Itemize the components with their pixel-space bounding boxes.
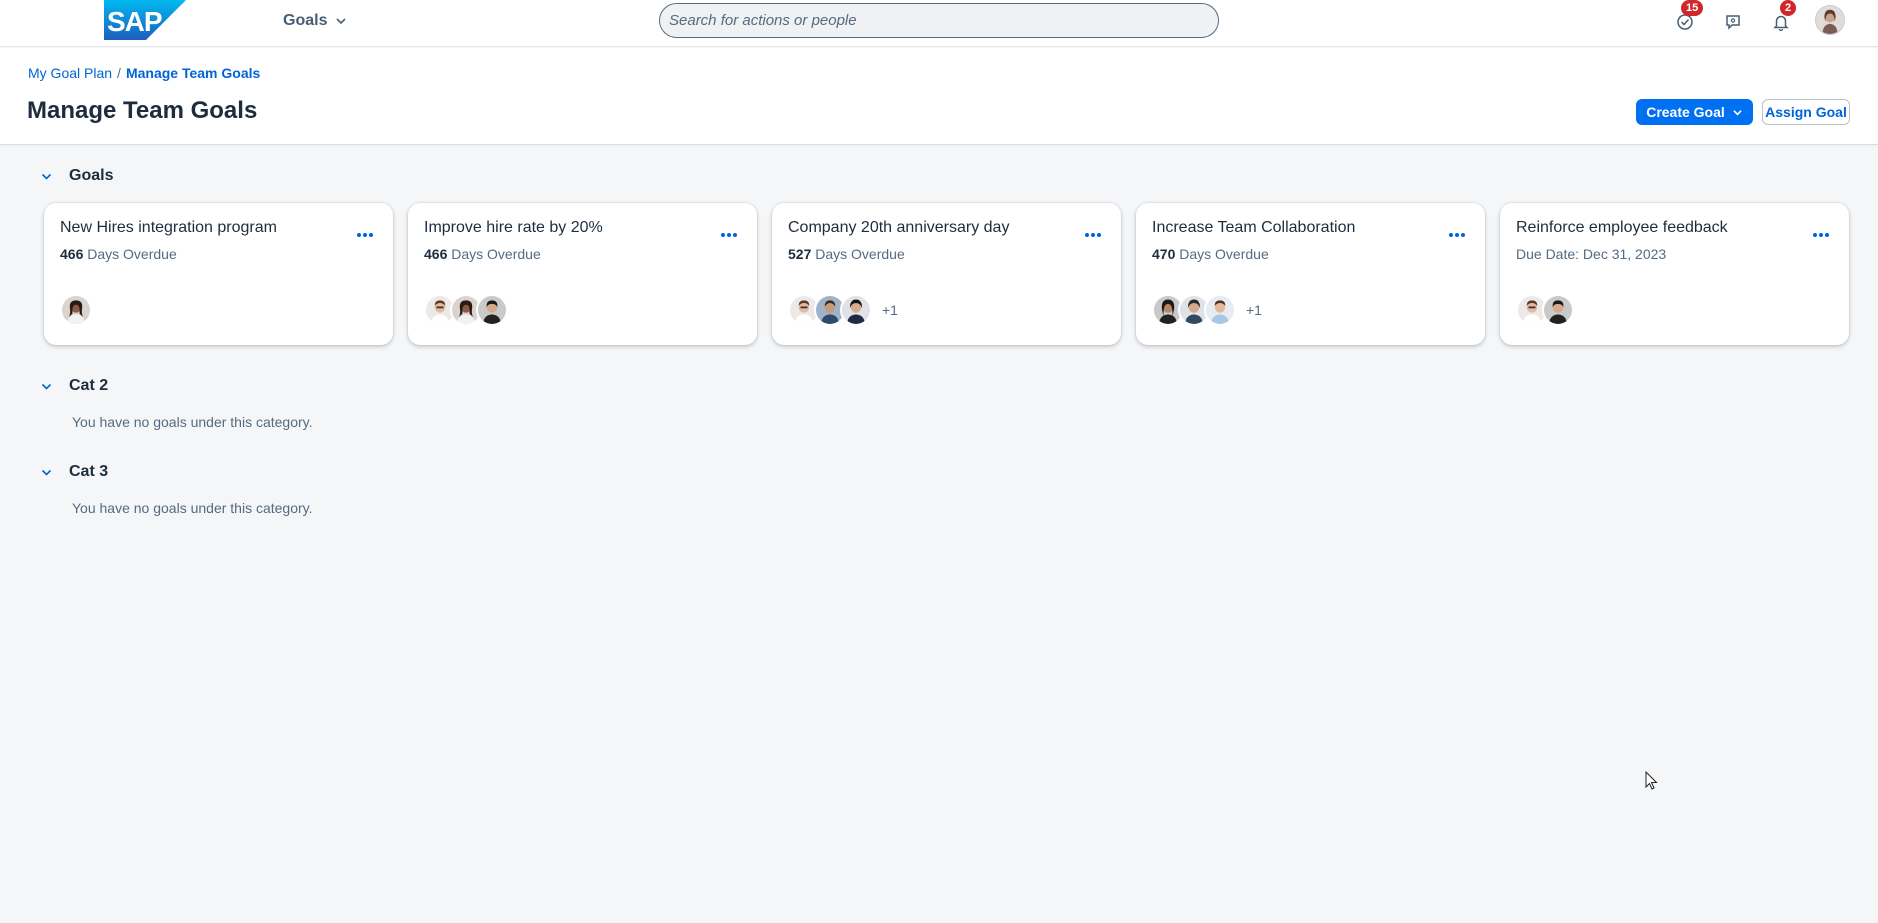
assignee-avatars[interactable]: +1 <box>1152 294 1262 326</box>
svg-text:®: ® <box>152 34 157 40</box>
avatar[interactable] <box>60 294 92 326</box>
breadcrumb-current: Manage Team Goals <box>125 65 261 81</box>
goal-card-title: Company 20th anniversary day <box>788 219 1010 236</box>
create-goal-button[interactable]: Create Goal <box>1636 99 1753 125</box>
todo-badge: 15 <box>1681 0 1704 16</box>
chevron-down-icon <box>1733 109 1742 116</box>
goal-card[interactable]: Reinforce employee feedback Due Date: De… <box>1500 203 1849 345</box>
overdue-days: 470 <box>1152 246 1176 262</box>
more-assignees-count[interactable]: +1 <box>1246 302 1262 318</box>
goal-card-status: 527 Days Overdue <box>788 246 905 262</box>
section-header-cat-3[interactable]: Cat 3 <box>40 463 108 481</box>
empty-category-message: You have no goals under this category. <box>72 500 313 516</box>
overdue-days: 466 <box>60 246 84 262</box>
goal-card[interactable]: New Hires integration program 466 Days O… <box>44 203 393 345</box>
user-photo-icon <box>1816 6 1844 34</box>
section-header-goals[interactable]: Goals <box>40 167 113 185</box>
mouse-cursor-icon <box>1645 771 1658 790</box>
section-header-cat-2[interactable]: Cat 2 <box>40 377 108 395</box>
overflow-icon <box>1085 233 1101 237</box>
section-title-cat-3: Cat 3 <box>69 463 109 480</box>
status-text: Days Overdue <box>87 246 177 262</box>
overflow-icon <box>1813 233 1829 237</box>
goal-card[interactable]: Increase Team Collaboration 470 Days Ove… <box>1136 203 1485 345</box>
more-options-button[interactable] <box>1081 223 1105 247</box>
chevron-down-icon <box>41 469 52 476</box>
page-header: My Goal Plan / Manage Team Goals Manage … <box>0 48 1878 145</box>
breadcrumb-separator: / <box>117 65 121 81</box>
goal-card-title: Reinforce employee feedback <box>1516 219 1728 236</box>
todo-button[interactable]: 15 <box>1669 0 1704 38</box>
goal-card-title: Increase Team Collaboration <box>1152 219 1356 236</box>
app-menu-button[interactable]: Goals <box>283 10 347 32</box>
search-field[interactable] <box>659 3 1219 38</box>
more-assignees-count[interactable]: +1 <box>882 302 898 318</box>
assign-goal-button[interactable]: Assign Goal <box>1762 99 1850 125</box>
notifications-badge: 2 <box>1780 0 1797 16</box>
goal-card-status: 466 Days Overdue <box>424 246 541 262</box>
overflow-icon <box>721 233 737 237</box>
assignee-avatars[interactable]: +1 <box>788 294 898 326</box>
svg-text:SAP: SAP <box>107 6 162 37</box>
more-options-button[interactable] <box>353 223 377 247</box>
avatar[interactable] <box>1204 294 1236 326</box>
overdue-days: 527 <box>788 246 812 262</box>
overflow-icon <box>357 233 373 237</box>
goal-card-status: 466 Days Overdue <box>60 246 177 262</box>
chevron-down-icon <box>336 18 347 25</box>
page-title: Manage Team Goals <box>27 97 258 124</box>
assignee-avatars[interactable] <box>424 294 508 326</box>
goal-card-status: 470 Days Overdue <box>1152 246 1269 262</box>
feedback-button[interactable] <box>1717 6 1749 38</box>
avatar[interactable] <box>1542 294 1574 326</box>
status-text: Days Overdue <box>815 246 905 262</box>
avatar[interactable] <box>840 294 872 326</box>
more-options-button[interactable] <box>1445 223 1469 247</box>
avatar[interactable] <box>476 294 508 326</box>
status-text: Days Overdue <box>451 246 541 262</box>
section-title-goals: Goals <box>69 167 114 184</box>
sap-logo[interactable]: SAP ® <box>104 0 186 40</box>
search-input[interactable] <box>669 12 1218 29</box>
goal-card-title: New Hires integration program <box>60 219 277 236</box>
app-menu-label: Goals <box>283 12 328 29</box>
create-goal-label: Create Goal <box>1646 104 1725 120</box>
section-title-cat-2: Cat 2 <box>69 377 109 394</box>
status-text: Due Date: Dec 31, 2023 <box>1516 246 1667 262</box>
more-options-button[interactable] <box>717 223 741 247</box>
user-avatar[interactable] <box>1815 5 1845 35</box>
breadcrumb-link-my-goal-plan[interactable]: My Goal Plan <box>28 65 112 81</box>
chevron-down-icon <box>41 173 52 180</box>
assignee-avatars[interactable] <box>1516 294 1574 326</box>
empty-category-message: You have no goals under this category. <box>72 414 313 430</box>
goal-card[interactable]: Company 20th anniversary day 527 Days Ov… <box>772 203 1121 345</box>
shell-bar: SAP ® Goals 15 2 <box>0 0 1878 47</box>
notifications-button[interactable]: 2 <box>1765 0 1797 38</box>
goal-card-status: Due Date: Dec 31, 2023 <box>1516 246 1666 262</box>
feedback-icon <box>1726 15 1740 30</box>
overdue-days: 466 <box>424 246 448 262</box>
overflow-icon <box>1449 233 1465 237</box>
status-text: Days Overdue <box>1179 246 1269 262</box>
goal-card-title: Improve hire rate by 20% <box>424 219 603 236</box>
goal-card[interactable]: Improve hire rate by 20% 466 Days Overdu… <box>408 203 757 345</box>
assignee-avatars[interactable] <box>60 294 92 326</box>
breadcrumb: My Goal Plan / Manage Team Goals <box>28 65 260 81</box>
chevron-down-icon <box>41 383 52 390</box>
more-options-button[interactable] <box>1809 223 1833 247</box>
